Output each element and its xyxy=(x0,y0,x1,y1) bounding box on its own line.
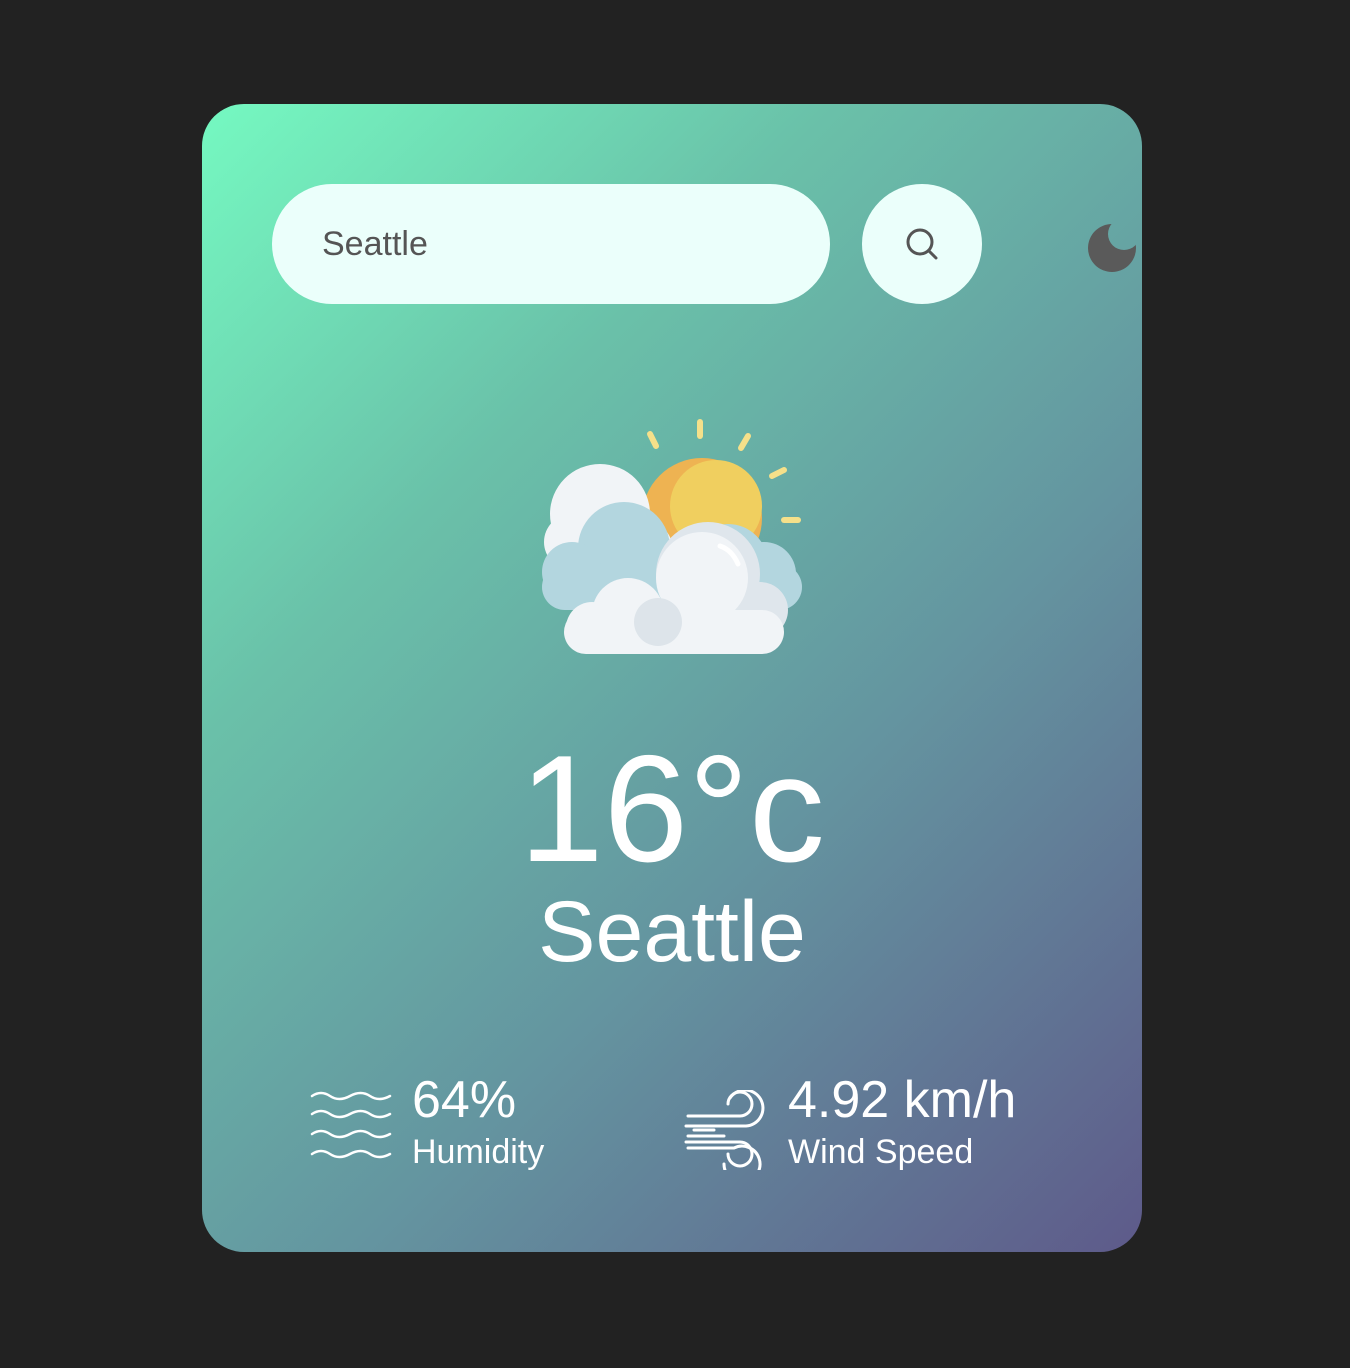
search-icon xyxy=(906,228,938,260)
weather-card: 16°c Seattle 64% Humidity 4.92 km/h xyxy=(202,104,1142,1252)
humidity-detail: 64% Humidity xyxy=(310,1070,670,1180)
city-name: Seattle xyxy=(538,884,806,980)
search-button[interactable] xyxy=(862,184,982,304)
theme-toggle-button[interactable] xyxy=(1084,218,1140,274)
wind-detail: 4.92 km/h Wind Speed xyxy=(684,1070,1084,1180)
partly-cloudy-icon xyxy=(542,419,802,654)
humidity-value: 64% xyxy=(412,1071,517,1129)
wind-speed-value: 4.92 km/h xyxy=(788,1071,1017,1129)
search-bar xyxy=(272,184,1136,304)
wind-icon xyxy=(684,1090,765,1170)
temperature: 16°c xyxy=(519,724,825,894)
wind-speed-label: Wind Speed xyxy=(788,1133,974,1171)
humidity-label: Humidity xyxy=(412,1133,545,1171)
moon-icon xyxy=(1088,224,1136,272)
humidity-waves-icon xyxy=(310,1091,392,1159)
search-input[interactable] xyxy=(272,184,830,304)
